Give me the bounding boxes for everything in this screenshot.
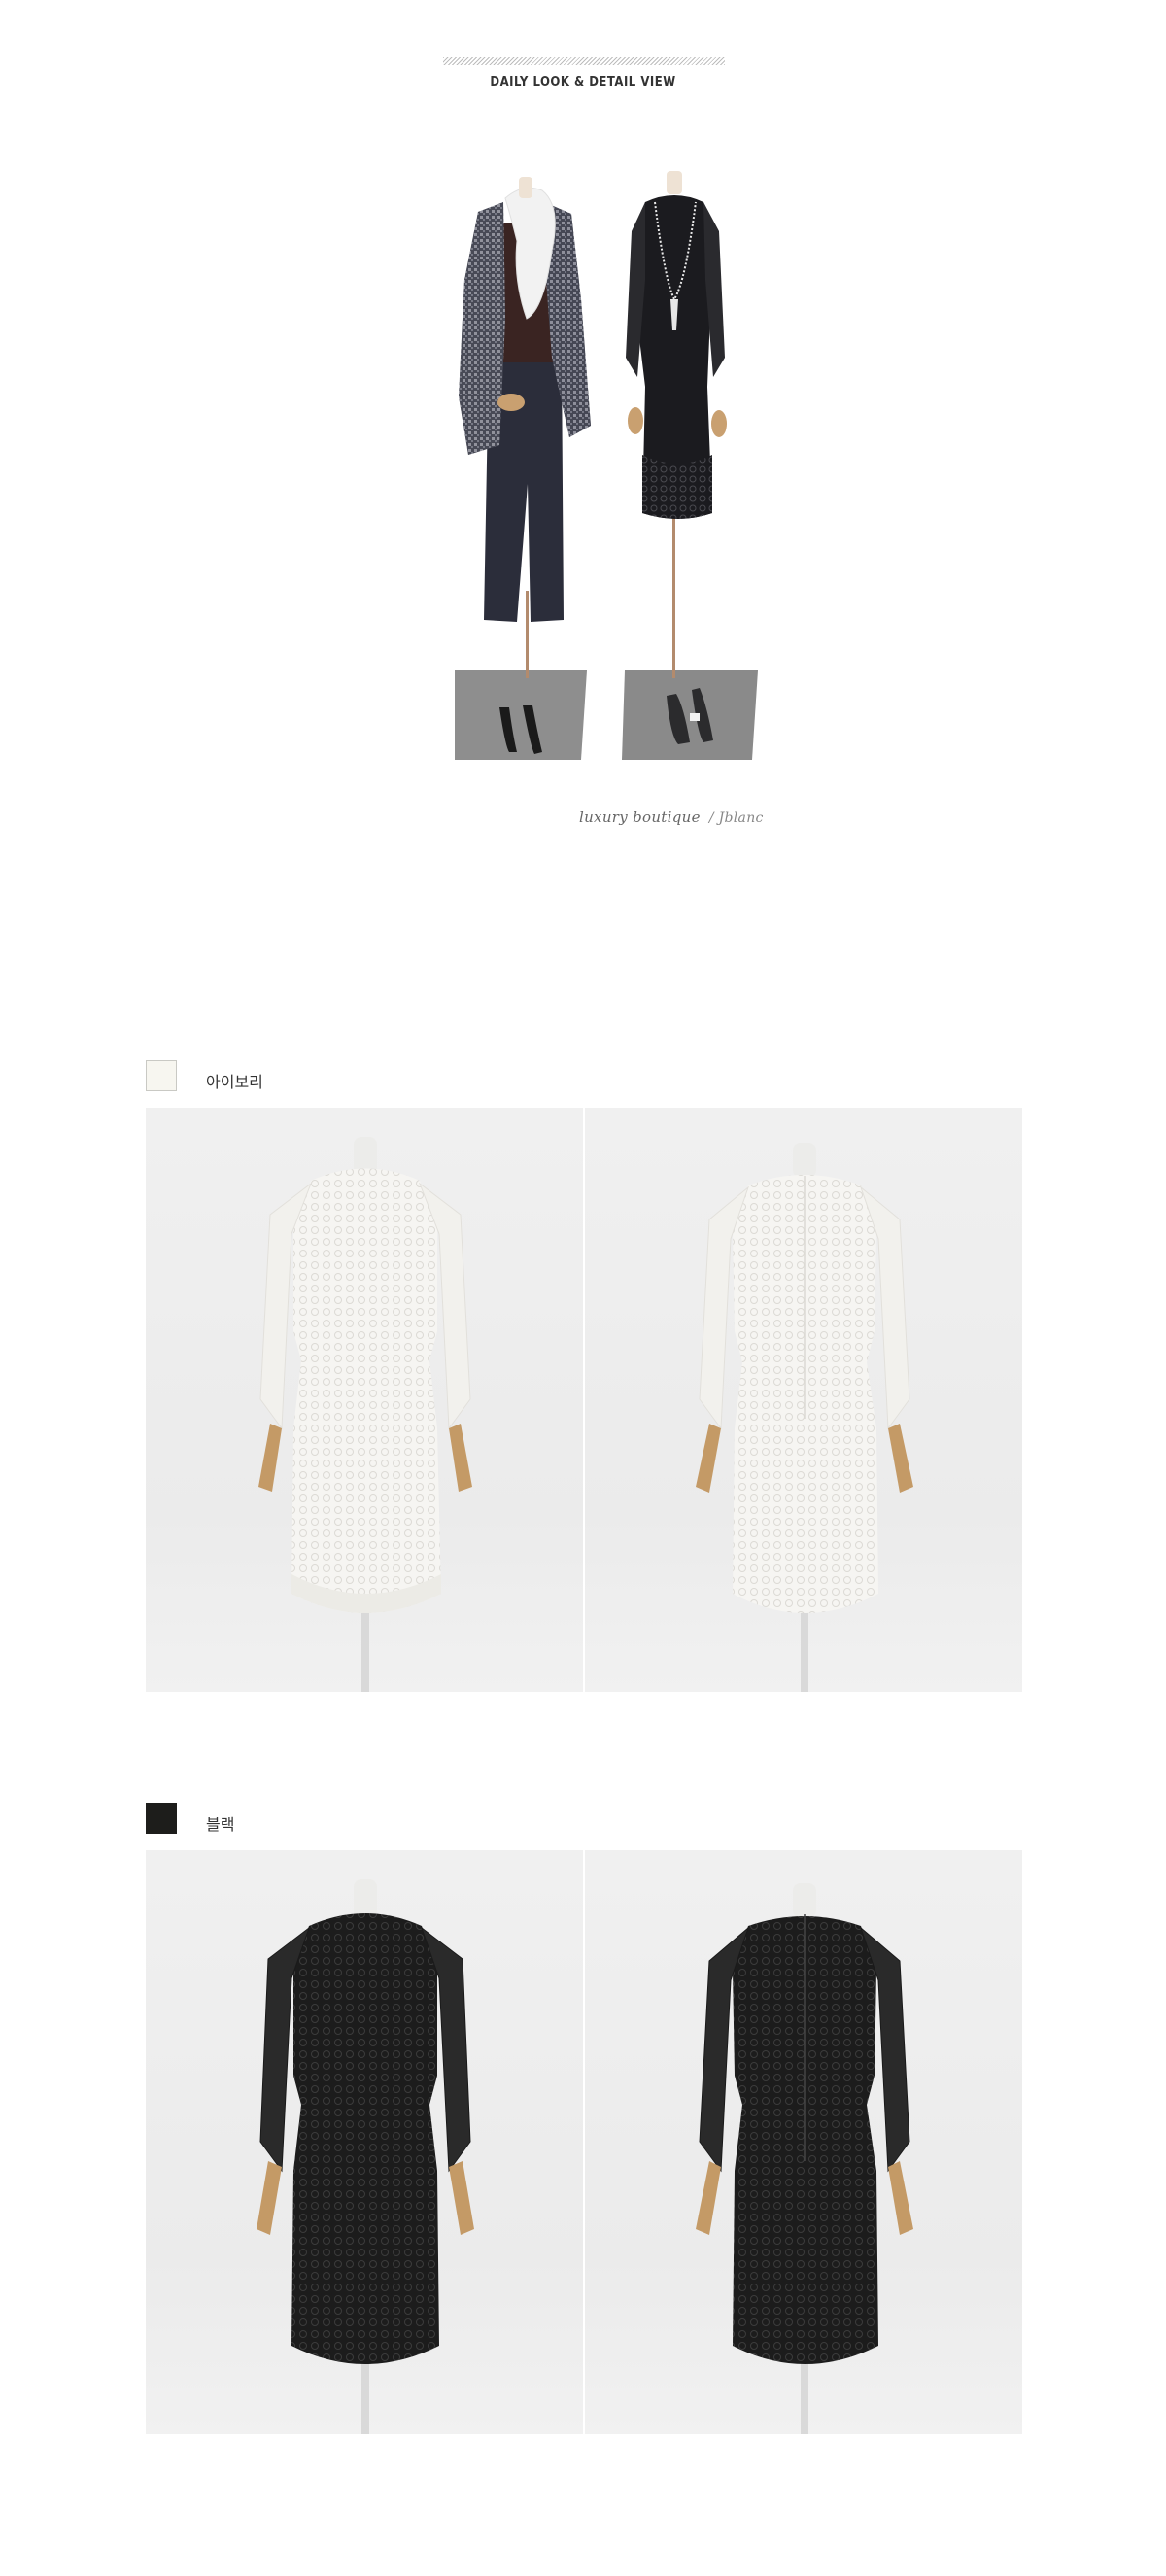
color-name-black: 블랙 (206, 1817, 235, 1834)
title-decoration (443, 57, 725, 65)
ivory-dress-back-icon (585, 1108, 1022, 1692)
color-name-ivory: 아이보리 (206, 1075, 263, 1091)
brand-text: luxury boutique (579, 808, 701, 826)
black-dress-back-icon (585, 1850, 1022, 2434)
ivory-color-swatch (146, 1060, 177, 1091)
brand-caption: luxury boutique / Jblanc (579, 808, 764, 826)
black-dress-front-icon (146, 1850, 583, 2434)
ivory-dress-front-icon (146, 1108, 583, 1692)
black-color-swatch (146, 1803, 177, 1834)
brand-signature: / Jblanc (708, 810, 764, 826)
section-title: DAILY LOOK & DETAIL VIEW (490, 75, 676, 89)
daily-look-image (416, 163, 766, 785)
